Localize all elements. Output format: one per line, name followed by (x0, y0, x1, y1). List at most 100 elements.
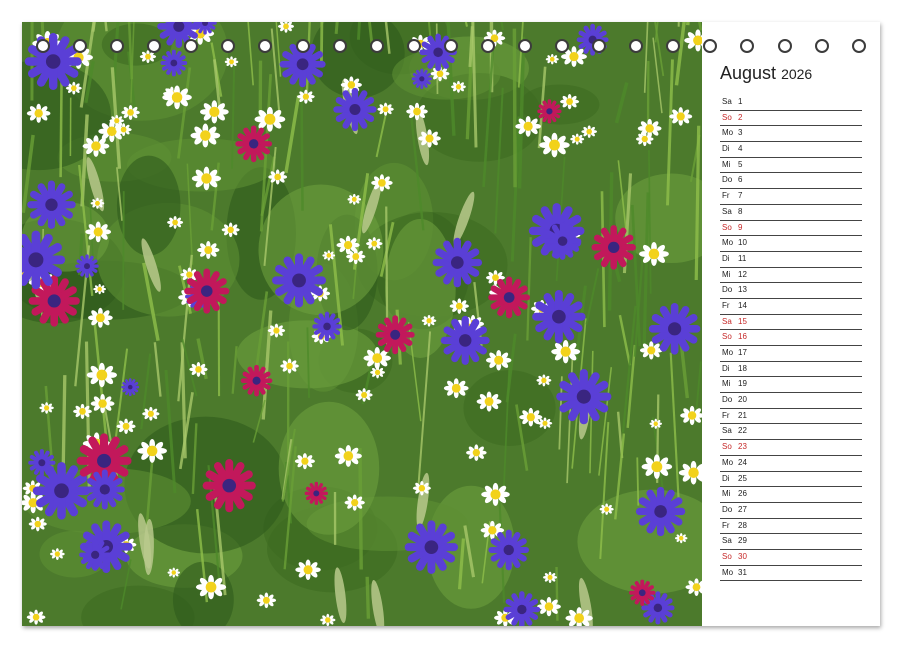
weekday-abbr: Mi (722, 159, 731, 169)
day-row: Di 18 (720, 362, 862, 378)
day-row: Mi 12 (720, 268, 862, 284)
day-row: Sa 1 (720, 95, 862, 111)
day-number: 11 (738, 253, 747, 263)
weekday-abbr: So (722, 551, 732, 561)
spiral-ring (332, 39, 347, 53)
day-row: Sa 22 (720, 424, 862, 441)
day-row: Mi 26 (720, 487, 862, 503)
spiral-ring (629, 39, 644, 53)
day-row: So 23 (720, 440, 862, 456)
weekday-abbr: Sa (722, 426, 732, 436)
day-number: 29 (738, 536, 747, 546)
weekday-abbr: Do (722, 395, 733, 405)
spiral-ring (703, 39, 718, 53)
day-row: Do 6 (720, 173, 862, 190)
weekday-abbr: Di (722, 253, 730, 263)
spiral-ring (258, 39, 273, 53)
day-number: 26 (738, 489, 747, 499)
weekday-abbr: Mo (722, 128, 734, 138)
wildflower-meadow-photo (22, 22, 702, 626)
weekday-abbr: So (722, 112, 732, 122)
day-number: 7 (738, 191, 743, 201)
spiral-ring (666, 39, 681, 53)
spiral-ring (740, 39, 755, 53)
weekday-abbr: Mi (722, 269, 731, 279)
weekday-abbr: Mo (722, 457, 734, 467)
day-row: Mi 19 (720, 377, 862, 394)
day-number: 20 (738, 395, 747, 405)
spiral-ring (555, 39, 570, 53)
weekday-abbr: Sa (722, 97, 732, 106)
day-number: 15 (738, 316, 747, 326)
spiral-ring (406, 39, 421, 53)
weekday-abbr: Mi (722, 489, 731, 499)
day-row: Mo 24 (720, 456, 862, 472)
weekday-abbr: Sa (722, 316, 732, 326)
day-number: 19 (738, 379, 747, 389)
month-name: August (720, 63, 777, 83)
day-number: 25 (738, 473, 747, 483)
day-row: Fr 21 (720, 409, 862, 425)
spiral-ring (110, 39, 125, 53)
day-number: 24 (738, 457, 747, 467)
day-number: 6 (738, 175, 743, 185)
day-number: 27 (738, 504, 747, 514)
day-number: 13 (738, 285, 747, 295)
day-number: 1 (738, 97, 743, 106)
day-row: Fr 14 (720, 299, 862, 315)
day-number: 16 (738, 332, 747, 342)
day-row: Sa 29 (720, 534, 862, 550)
weekday-abbr: Mi (722, 379, 731, 389)
spiral-ring (777, 39, 792, 53)
day-row: Mi 5 (720, 158, 862, 174)
weekday-abbr: Fr (722, 410, 730, 420)
day-number: 30 (738, 551, 747, 561)
day-number: 17 (738, 348, 747, 357)
weekday-abbr: Do (722, 504, 733, 514)
year-label: 2026 (781, 66, 813, 82)
spiral-ring (518, 39, 533, 53)
weekday-abbr: Fr (722, 191, 730, 201)
day-number: 28 (738, 520, 747, 530)
spiral-ring (73, 39, 88, 53)
weekday-abbr: Do (722, 175, 733, 185)
day-row: So 30 (720, 550, 862, 566)
weekday-abbr: Di (722, 363, 730, 373)
spiral-ring (184, 39, 199, 53)
spiral-ring (592, 39, 607, 53)
day-row: So 16 (720, 330, 862, 346)
day-number: 4 (738, 144, 743, 154)
weekday-abbr: So (722, 442, 732, 452)
day-row: So 2 (720, 111, 862, 127)
spiral-ring (851, 39, 866, 53)
spiral-ring (36, 39, 50, 53)
day-number: 8 (738, 206, 743, 216)
day-row: Di 4 (720, 142, 862, 158)
day-row: Do 27 (720, 503, 862, 519)
spiral-ring (814, 39, 829, 53)
weekday-abbr: Mo (722, 567, 734, 577)
weekday-abbr: Di (722, 144, 730, 154)
day-row: Mo 31 (720, 566, 862, 582)
weekday-abbr: Mo (722, 238, 734, 248)
day-number: 9 (738, 222, 743, 232)
day-row: Mo 10 (720, 236, 862, 252)
day-row: Mo 3 (720, 126, 862, 143)
spiral-ring (147, 39, 162, 53)
weekday-abbr: Di (722, 473, 730, 483)
day-number: 12 (738, 269, 747, 279)
month-title: August 2026 (720, 62, 862, 85)
weekday-abbr: Do (722, 285, 733, 295)
weekday-abbr: Sa (722, 206, 732, 216)
day-row: Do 13 (720, 283, 862, 299)
day-number: 3 (738, 128, 743, 138)
day-row: So 9 (720, 221, 862, 237)
day-row: Mo 17 (720, 346, 862, 362)
weekday-abbr: Fr (722, 520, 730, 530)
day-number: 18 (738, 363, 747, 373)
weekday-abbr: Sa (722, 536, 732, 546)
spiral-ring (295, 39, 310, 53)
day-number: 23 (738, 442, 747, 452)
day-row: Fr 7 (720, 189, 862, 205)
meadow-illustration (22, 22, 702, 626)
